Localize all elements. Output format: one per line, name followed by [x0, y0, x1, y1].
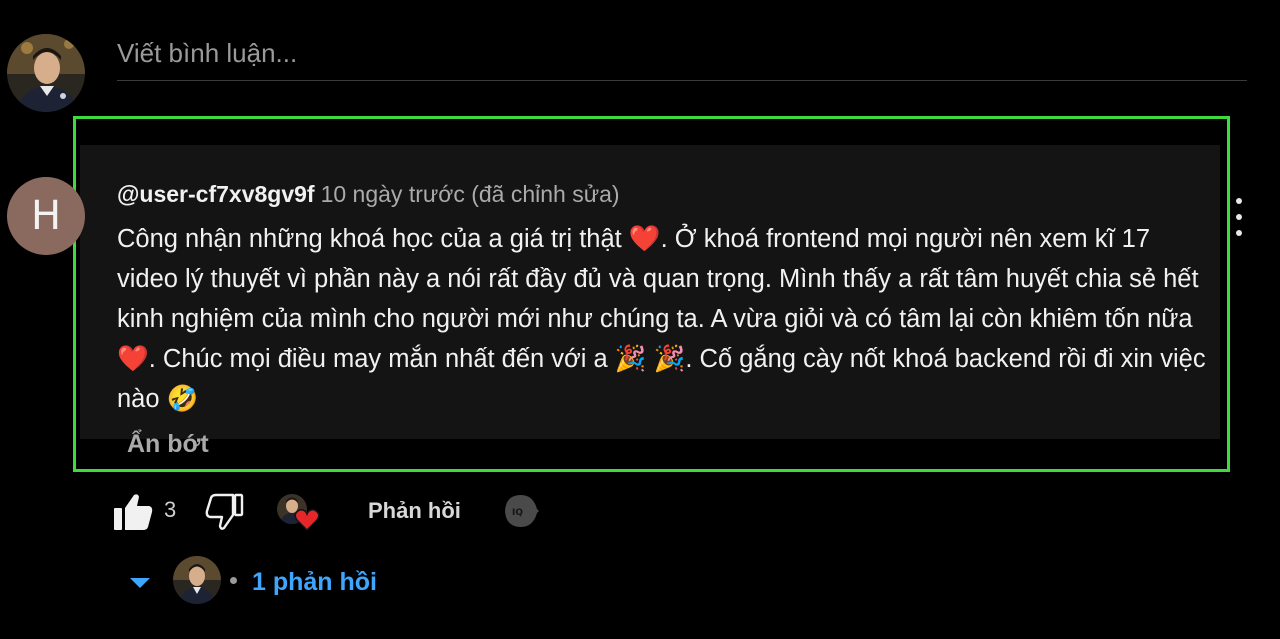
user-photo-icon	[7, 34, 85, 112]
comment-section: Viết bình luận... H @user-cf7xv8gv9f 10 n…	[0, 0, 1280, 639]
author-avatar[interactable]: H	[7, 177, 85, 255]
replies-count-label[interactable]: 1 phản hồi	[252, 568, 377, 597]
more-options-button[interactable]	[1229, 198, 1249, 236]
like-count: 3	[164, 497, 177, 522]
creator-heart-icon	[294, 509, 320, 532]
thumb-up-icon	[114, 494, 153, 530]
comment-actions: 3 Phản hồi IQ	[112, 488, 552, 534]
dislike-button[interactable]	[205, 492, 245, 532]
svg-text:IQ: IQ	[512, 508, 523, 518]
comment-header: @user-cf7xv8gv9f 10 ngày trước (đã chỉnh …	[117, 178, 620, 210]
separator-dot	[230, 577, 237, 584]
reply-author-avatar	[173, 556, 221, 604]
comment-text: Công nhận những khoá học của a giá trị t…	[117, 225, 1213, 413]
caret-down-icon	[130, 578, 150, 588]
reply-author-photo-icon	[173, 556, 221, 604]
creator-heart-badge	[277, 494, 323, 536]
iq-icon: IQ	[505, 495, 539, 527]
view-replies-button[interactable]: 1 phản hồi	[128, 556, 428, 608]
show-less-link[interactable]: Ẩn bớt	[127, 430, 209, 459]
like-button[interactable]	[112, 492, 154, 532]
comment-timestamp: 10 ngày trước (đã chỉnh sửa)	[320, 181, 620, 207]
reply-button[interactable]: Phản hồi	[368, 498, 461, 524]
more-vertical-icon	[1236, 198, 1242, 204]
thumb-down-icon	[205, 493, 244, 530]
current-user-avatar	[7, 34, 85, 112]
author-name[interactable]: @user-cf7xv8gv9f	[117, 181, 315, 207]
iq-button[interactable]: IQ	[502, 492, 540, 530]
comment-input[interactable]: Viết bình luận...	[117, 34, 1247, 81]
